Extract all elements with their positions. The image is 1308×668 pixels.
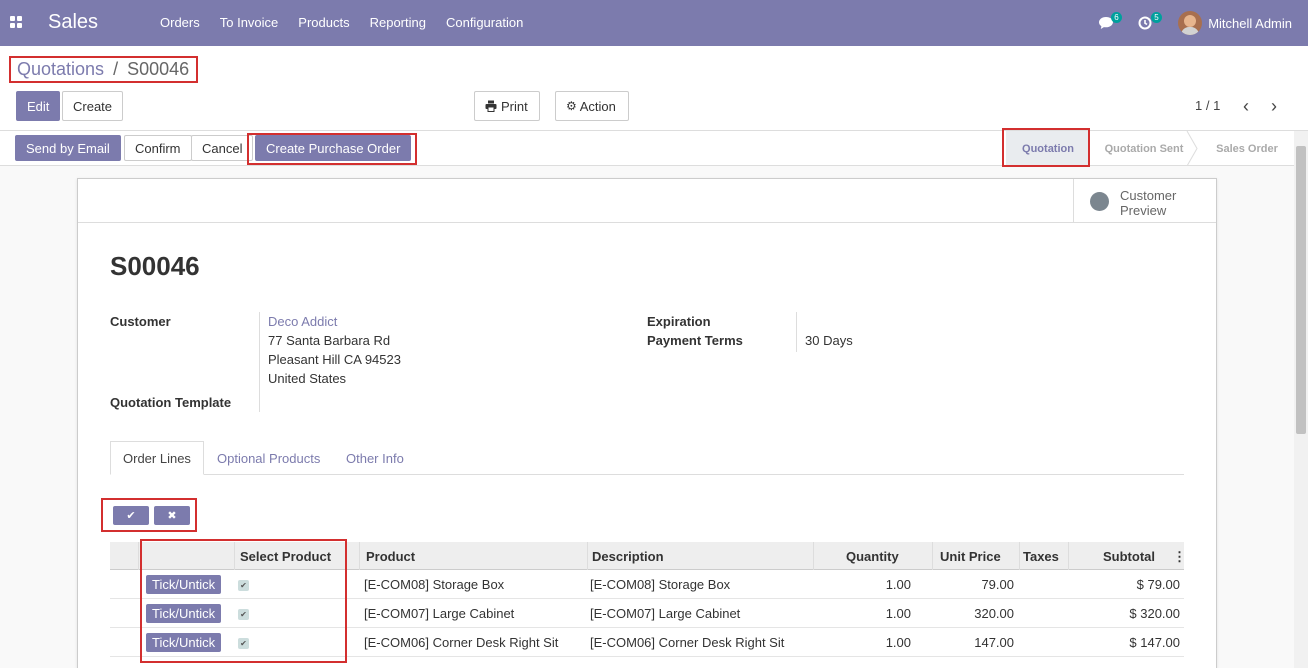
order-number-title: S00046 — [110, 251, 200, 281]
subtotal-cell: $ 147.00 — [1129, 635, 1180, 650]
breadcrumb-current: S00046 — [127, 59, 190, 79]
menu-item-products[interactable]: Products — [298, 15, 349, 30]
tab-order-lines[interactable]: Order Lines — [110, 441, 204, 475]
quantity-cell: 1.00 — [885, 635, 911, 650]
field-divider — [259, 312, 260, 412]
quantity-cell: 1.00 — [885, 577, 911, 592]
tab-optional-products[interactable]: Optional Products — [205, 441, 332, 475]
highlight-select-product-column — [140, 539, 347, 663]
edit-button[interactable]: Edit — [16, 91, 61, 121]
print-label: Print — [501, 98, 528, 114]
product-cell: [E-COM06] Corner Desk Right Sit — [364, 635, 559, 650]
unit-price-cell: 79.00 — [981, 577, 1014, 592]
unit-price-cell: 147.00 — [974, 635, 1014, 650]
gear-icon: ⚙ — [566, 99, 577, 113]
status-bar: Send by Email Confirm Cancel Create Purc… — [0, 128, 1308, 167]
confirm-button[interactable]: Confirm — [124, 135, 192, 161]
printer-icon — [485, 100, 497, 112]
select-all-button[interactable]: ✔ — [113, 506, 149, 525]
highlight-create-po — [247, 133, 417, 165]
menu-item-configuration[interactable]: Configuration — [446, 15, 523, 30]
description-cell: [E-COM06] Corner Desk Right Sit — [590, 635, 785, 650]
unit-price-cell: 320.00 — [974, 606, 1014, 621]
unselect-all-button[interactable]: ✖ — [154, 506, 190, 525]
description-cell: [E-COM07] Large Cabinet — [590, 606, 741, 621]
print-button[interactable]: Print — [474, 91, 540, 121]
messages-button[interactable]: 6 — [1098, 9, 1128, 37]
header-description[interactable]: Description — [592, 549, 664, 564]
apps-menu-icon[interactable] — [10, 16, 22, 28]
messages-count-badge: 6 — [1111, 12, 1122, 23]
header-subtotal[interactable]: Subtotal — [1103, 549, 1155, 564]
customer-preview-label: Customer Preview — [1120, 188, 1177, 218]
send-by-email-button[interactable]: Send by Email — [15, 135, 121, 161]
product-cell: [E-COM08] Storage Box — [364, 577, 505, 592]
breadcrumb-quotations-link[interactable]: Quotations — [17, 59, 104, 79]
globe-icon — [1090, 192, 1109, 211]
button-box: Customer Preview — [78, 179, 1216, 223]
payment-terms-value[interactable]: 30 Days — [805, 333, 853, 348]
pager-value[interactable]: 1 / 1 — [1195, 98, 1220, 113]
address-line-3: United States — [268, 371, 347, 386]
payment-terms-label: Payment Terms — [647, 333, 743, 348]
main-menu: Orders To Invoice Products Reporting Con… — [150, 15, 533, 30]
customer-label: Customer — [110, 314, 171, 329]
scrollbar-thumb[interactable] — [1296, 146, 1306, 434]
stage-sales-order[interactable]: Sales Order — [1200, 131, 1294, 166]
stage-arrow — [1186, 131, 1198, 166]
subtotal-cell: $ 320.00 — [1129, 606, 1180, 621]
top-navbar: Sales Orders To Invoice Products Reporti… — [0, 0, 1308, 46]
quantity-cell: 1.00 — [885, 606, 911, 621]
customer-link[interactable]: Deco Addict — [268, 314, 337, 329]
product-cell: [E-COM07] Large Cabinet — [364, 606, 515, 621]
activities-count-badge: 5 — [1151, 12, 1162, 23]
notebook-tabs: Order Lines Optional Products Other Info — [110, 441, 1184, 475]
customer-preview-button[interactable]: Customer Preview — [1073, 179, 1216, 223]
cancel-button[interactable]: Cancel — [191, 135, 254, 161]
field-divider-right — [796, 312, 797, 352]
pager-next-icon[interactable]: › — [1271, 96, 1277, 117]
breadcrumb-separator: / — [113, 59, 119, 79]
clock-icon — [1138, 16, 1152, 30]
menu-item-orders[interactable]: Orders — [160, 15, 200, 30]
header-quantity[interactable]: Quantity — [846, 549, 899, 564]
subtotal-cell: $ 79.00 — [1136, 577, 1180, 592]
create-button[interactable]: Create — [62, 91, 124, 121]
description-cell: [E-COM08] Storage Box — [590, 577, 731, 592]
breadcrumb: Quotations / S00046 — [9, 56, 198, 83]
address-line-1: 77 Santa Barbara Rd — [268, 333, 391, 348]
form-sheet: Customer Preview S00046 Customer Deco Ad… — [77, 178, 1217, 668]
check-icon: ✔ — [126, 510, 136, 522]
user-avatar[interactable] — [1178, 11, 1203, 35]
header-taxes[interactable]: Taxes — [1023, 549, 1059, 564]
action-button[interactable]: ⚙ Action — [555, 91, 629, 121]
action-label: Action — [579, 98, 616, 114]
stage-quotation-sent[interactable]: Quotation Sent — [1096, 131, 1192, 166]
close-icon: ✖ — [167, 510, 177, 522]
address-line-2: Pleasant Hill CA 94523 — [268, 352, 401, 367]
column-options-icon[interactable]: ⋮ — [1173, 549, 1186, 565]
menu-item-reporting[interactable]: Reporting — [370, 15, 426, 30]
highlight-quotation-stage — [1002, 128, 1090, 167]
activities-button[interactable]: 5 — [1138, 9, 1168, 37]
app-title: Sales — [48, 11, 99, 33]
header-product[interactable]: Product — [366, 549, 415, 564]
tab-other-info[interactable]: Other Info — [334, 441, 416, 475]
header-unit-price[interactable]: Unit Price — [940, 549, 1001, 564]
user-name[interactable]: Mitchell Admin — [1208, 16, 1292, 31]
expiration-label: Expiration — [647, 314, 711, 329]
pager-previous-icon[interactable]: ‹ — [1243, 96, 1249, 117]
quotation-template-label: Quotation Template — [110, 395, 232, 410]
control-panel: Quotations / S00046 Edit Create Print ⚙ … — [0, 46, 1308, 131]
menu-item-to-invoice[interactable]: To Invoice — [220, 15, 279, 30]
